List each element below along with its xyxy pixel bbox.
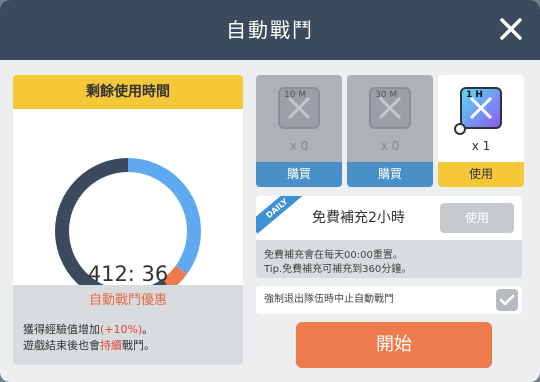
item-quantity: x 0: [380, 139, 400, 153]
buy-button[interactable]: 購買: [256, 162, 342, 187]
item-duration-tag: 1 H: [466, 90, 483, 100]
promo-line-continue-suffix: 戰鬥。: [122, 339, 155, 352]
stop-on-leave-option: 強制退出隊伍時中止自動戰鬥: [256, 286, 522, 314]
promo-line-exp-prefix: 獲得經驗值增加: [23, 323, 100, 336]
item-duration-tag: 10 M: [284, 90, 307, 100]
use-button[interactable]: 使用: [438, 162, 524, 187]
clock-icon: [454, 123, 466, 135]
promo-line-continue: 遊戲結束後也會持續戰鬥。: [23, 337, 155, 353]
promo-title: 自動戰鬥優惠: [88, 293, 167, 308]
stop-on-leave-checkbox[interactable]: [496, 289, 518, 311]
start-button[interactable]: 開始: [296, 322, 492, 368]
daily-info-tip: Tip.免費補充可補充到360分鐘。: [264, 264, 412, 275]
close-button[interactable]: [496, 14, 526, 44]
checkmark-icon: [499, 294, 515, 306]
daily-info-reset: 免費補充會在每天00:00重置。: [264, 250, 403, 261]
promo-line-continue-prefix: 遊戲結束後也會: [23, 339, 100, 352]
daily-top-row: DAILY 免費補充2小時 使用: [256, 196, 522, 240]
item-card-30m: 30 M x 0 購買: [347, 75, 433, 187]
close-icon: [500, 18, 522, 40]
promo-box: 自動戰鬥優惠 獲得經驗值增加(+10%)。 遊戲結束後也會持續戰鬥。: [13, 285, 243, 365]
promo-line-exp-highlight: (+10%): [100, 323, 143, 336]
buy-button[interactable]: 購買: [347, 162, 433, 187]
promo-line-continue-highlight: 持續: [100, 339, 122, 352]
item-card-1h: 1 H x 1 使用: [438, 75, 524, 187]
daily-free-refill: DAILY 免費補充2小時 使用 免費補充會在每天00:00重置。 Tip.免費…: [256, 196, 522, 278]
item-quantity: x 0: [289, 139, 309, 153]
auto-battle-dialog: 自動戰鬥 剩餘使用時間 412: 36 自動戰鬥優惠 獲得經驗值增加(+10%)…: [0, 0, 540, 382]
item-card-10m: 10 M x 0 購買: [256, 75, 342, 187]
promo-line-exp: 獲得經驗值增加(+10%)。: [23, 321, 153, 337]
dialog-header: 自動戰鬥: [0, 0, 540, 60]
item-duration-tag: 30 M: [375, 90, 398, 100]
daily-title: 免費補充2小時: [312, 210, 405, 226]
remaining-time-panel: 剩餘使用時間 412: 36 自動戰鬥優惠 獲得經驗值增加(+10%)。 遊戲結…: [13, 75, 243, 365]
promo-line-exp-suffix: 。: [142, 323, 154, 336]
remaining-time-value: 412: 36: [87, 262, 169, 286]
item-quantity: x 1: [471, 139, 491, 153]
daily-use-button[interactable]: 使用: [440, 203, 514, 233]
option-label: 強制退出隊伍時中止自動戰鬥: [264, 294, 394, 305]
dialog-title: 自動戰鬥: [226, 18, 314, 42]
remaining-time-title: 剩餘使用時間: [13, 75, 243, 109]
